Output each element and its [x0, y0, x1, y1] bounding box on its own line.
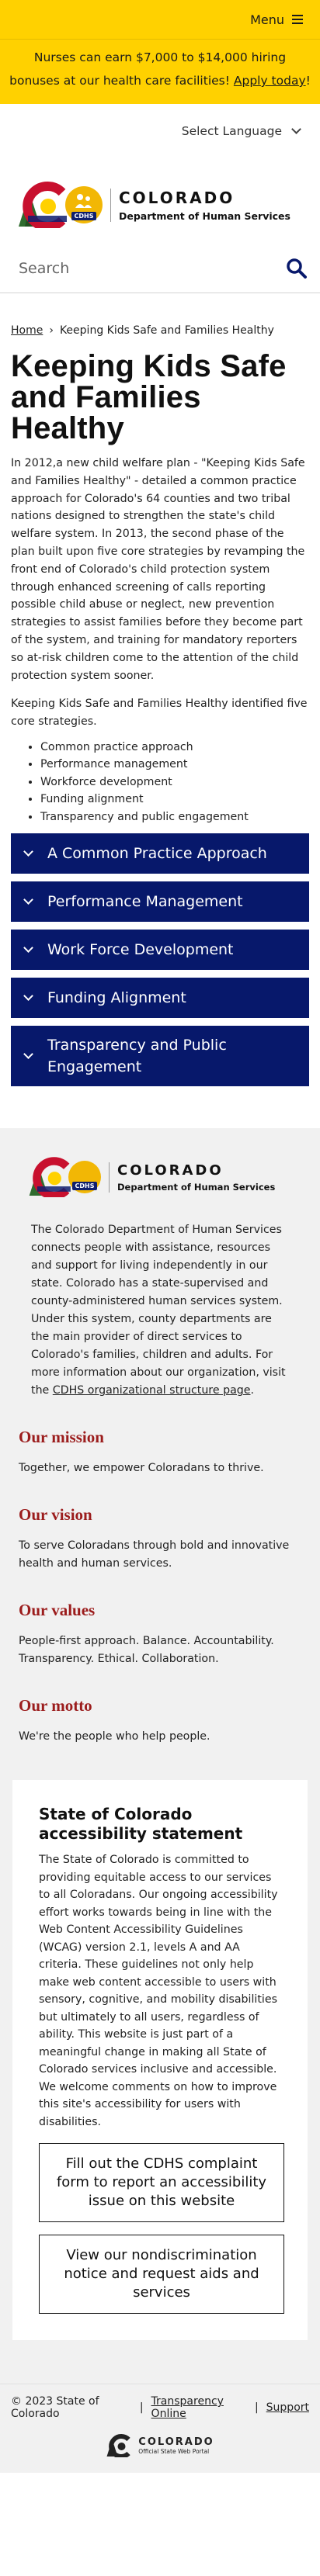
colorado-c-logo-icon — [29, 1157, 71, 1198]
logo-title: COLORADO — [119, 188, 235, 207]
motto-title: Our motto — [19, 1696, 92, 1716]
menu-label: Menu — [250, 12, 284, 27]
list-item: Transparency and public engagement — [40, 808, 320, 826]
accordion-work-force-development[interactable]: Work Force Development — [11, 930, 309, 971]
announcement-end: ! — [305, 74, 311, 88]
hamburger-icon — [292, 15, 303, 24]
accordion-label: Performance Management — [47, 893, 243, 911]
portal-title: COLORADO — [138, 2436, 214, 2449]
nondiscrimination-button[interactable]: View our nondiscrimination notice and re… — [39, 2235, 284, 2315]
accordion-transparency[interactable]: Transparency and Public Engagement — [11, 1026, 309, 1087]
announcement-banner: Nurses can earn $7,000 to $14,000 hiring… — [0, 39, 320, 104]
colorado-c-logo-icon — [19, 182, 67, 228]
footer: CDHS COLORADO Department of Human Servic… — [0, 1128, 320, 2474]
chevron-down-icon — [23, 943, 33, 954]
footer-logo-subtitle: Department of Human Services — [117, 1181, 276, 1193]
mission-title: Our mission — [19, 1428, 104, 1447]
breadcrumb-home-link[interactable]: Home — [11, 324, 43, 337]
org-structure-link[interactable]: CDHS organizational structure page — [53, 1384, 251, 1397]
cdhs-tag: CDHS — [71, 1182, 98, 1191]
search-bar — [0, 244, 320, 293]
list-item: Workforce development — [40, 774, 320, 791]
page-title: Keeping Kids Safe and Families Healthy — [11, 349, 287, 445]
chevron-down-icon — [23, 1049, 33, 1060]
list-item: Performance management — [40, 756, 320, 774]
transparency-link[interactable]: Transparency Online — [151, 2395, 247, 2420]
mission-section: Our mission Together, we empower Colorad… — [19, 1428, 301, 1746]
accordion-label: Transparency and Public Engagement — [47, 1037, 227, 1076]
vision-title: Our vision — [19, 1505, 92, 1525]
accordion-group: A Common Practice Approach Performance M… — [11, 833, 309, 1087]
footer-about-end: . — [250, 1384, 255, 1397]
chevron-down-icon — [23, 847, 33, 857]
chevron-down-icon — [23, 991, 33, 1002]
values-text: People-first approach. Balance. Accounta… — [19, 1635, 274, 1666]
list-item: Funding alignment — [40, 791, 320, 808]
site-logo[interactable]: CDHS COLORADO Department of Human Servic… — [0, 166, 320, 244]
breadcrumb-separator: › — [49, 324, 54, 337]
breadcrumb: Home › Keeping Kids Safe and Families He… — [0, 324, 320, 337]
footer-logo[interactable]: CDHS COLORADO Department of Human Servic… — [0, 1150, 320, 1204]
strategies-intro: Keeping Kids Safe and Families Healthy i… — [11, 698, 308, 729]
cdhs-badge-icon: CDHS — [68, 1161, 101, 1194]
chevron-down-icon — [23, 895, 33, 905]
mission-text: Together, we empower Coloradans to thriv… — [19, 1462, 264, 1475]
footer-logo-title: COLORADO — [117, 1162, 224, 1179]
strategies-list: Common practice approach Performance man… — [40, 739, 320, 826]
footer-bottom: © 2023 State of Colorado | Transparency … — [0, 2384, 320, 2474]
accordion-performance-management[interactable]: Performance Management — [11, 881, 309, 923]
values-title: Our values — [19, 1601, 96, 1620]
footer-about-text: The Colorado Department of Human Service… — [31, 1224, 286, 1397]
search-input[interactable] — [19, 259, 252, 277]
accordion-label: A Common Practice Approach — [47, 845, 267, 863]
footer-links: © 2023 State of Colorado | Transparency … — [0, 2384, 320, 2420]
support-link[interactable]: Support — [266, 2401, 309, 2414]
motto-text: We're the people who help people. — [19, 1730, 210, 1743]
accessibility-title: State of Colorado accessibility statemen… — [39, 1805, 243, 1844]
accordion-label: Work Force Development — [47, 941, 234, 959]
cdhs-badge-icon: CDHS — [65, 186, 103, 223]
divider: | — [139, 2401, 144, 2415]
top-bar: Menu — [0, 0, 320, 39]
language-bar: Select Language — [0, 104, 320, 158]
complaint-form-button[interactable]: Fill out the CDHS complaint form to repo… — [39, 2143, 284, 2223]
apply-today-link[interactable]: Apply today — [234, 74, 306, 88]
copyright: © 2023 State of Colorado — [11, 2395, 99, 2421]
accessibility-card: State of Colorado accessibility statemen… — [12, 1780, 308, 2341]
accordion-funding-alignment[interactable]: Funding Alignment — [11, 978, 309, 1019]
language-label: Select Language — [181, 124, 282, 138]
state-portal-logo[interactable]: COLORADO Official State Web Portal — [0, 2420, 320, 2473]
cdhs-tag: CDHS — [71, 212, 97, 220]
vision-text: To serve Coloradans through bold and inn… — [19, 1539, 290, 1570]
accessibility-text: The State of Colorado is committed to pr… — [39, 1854, 278, 2128]
intro-paragraph: In 2012,a new child welfare plan - "Keep… — [11, 457, 305, 682]
portal-subtitle: Official State Web Portal — [138, 2448, 210, 2456]
logo-subtitle: Department of Human Services — [119, 209, 290, 222]
footer-about: The Colorado Department of Human Service… — [31, 1221, 292, 1400]
search-icon[interactable] — [286, 258, 308, 279]
breadcrumb-current: Keeping Kids Safe and Families Healthy — [59, 324, 274, 337]
divider: | — [254, 2401, 259, 2415]
language-select[interactable]: Select Language — [181, 124, 301, 138]
accordion-label: Funding Alignment — [47, 989, 186, 1007]
menu-button[interactable]: Menu — [250, 12, 303, 27]
colorado-c-logo-icon — [106, 2434, 130, 2458]
accordion-common-practice[interactable]: A Common Practice Approach — [11, 833, 309, 874]
chevron-down-icon — [291, 124, 301, 134]
list-item: Common practice approach — [40, 739, 320, 757]
